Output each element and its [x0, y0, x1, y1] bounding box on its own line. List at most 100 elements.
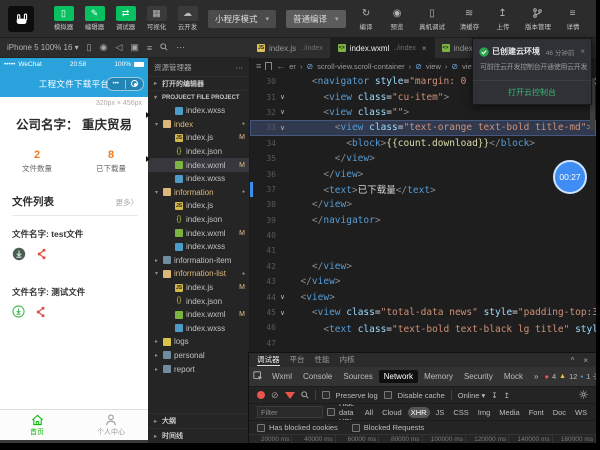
capsule-more-icon[interactable]: •••	[107, 78, 125, 90]
download-icon[interactable]	[12, 247, 26, 261]
warning-badge-icon[interactable]: ▲	[559, 373, 566, 380]
preview-button[interactable]: ◉ 预览	[382, 6, 412, 32]
code-line[interactable]: 37 <text>已下载量</text>	[250, 182, 596, 197]
tree-folder[interactable]: ▾ information ●	[148, 186, 249, 200]
more-link[interactable]: 更多〉	[116, 197, 139, 208]
filter-chip-manifest[interactable]: Manifest	[593, 407, 596, 418]
more-icon[interactable]: ⋯	[176, 42, 185, 53]
devtools-tab-network[interactable]: Network	[378, 370, 419, 383]
share-icon[interactable]	[35, 248, 47, 260]
menu-icon[interactable]: ≡	[256, 61, 261, 71]
visualization-button[interactable]: ▦ 可视化	[142, 5, 172, 32]
tree-folder[interactable]: ▸ personal	[148, 349, 249, 363]
device-debug-button[interactable]: ▯ 真机调试	[413, 6, 451, 32]
code-line[interactable]: 47	[250, 336, 596, 351]
simulator-button[interactable]: ▯ 模拟器	[49, 5, 79, 32]
devtools-tab-security[interactable]: Security	[459, 370, 498, 383]
code-line[interactable]: 42 </view>	[250, 259, 596, 274]
section-outline[interactable]: ▸ 大纲	[148, 413, 249, 428]
filter-funnel-icon[interactable]	[284, 391, 295, 399]
filter-chip-img[interactable]: Img	[475, 407, 494, 418]
tree-file[interactable]: index.wxml M	[148, 226, 249, 240]
close-panel-icon[interactable]: ×	[583, 356, 588, 365]
panel-tab-平台[interactable]: 平台	[290, 354, 305, 366]
tree-folder[interactable]: ▾ information-list ●	[148, 267, 249, 281]
download-icon[interactable]	[12, 305, 25, 318]
tree-file[interactable]: index.wxss	[148, 240, 249, 254]
breadcrumb-item[interactable]: er	[289, 62, 296, 71]
panel-tab-性能[interactable]: 性能	[315, 354, 330, 366]
tree-file[interactable]: index.wxss	[148, 322, 249, 336]
section-open-editors[interactable]: ▸ 打开的编辑器	[148, 76, 249, 90]
code-line[interactable]: 38 </view>	[250, 197, 596, 212]
import-har-icon[interactable]: ↧	[491, 391, 497, 400]
code-line[interactable]: 40	[250, 228, 596, 243]
devtools-tab-console[interactable]: Console	[298, 370, 337, 383]
inspect-icon[interactable]	[253, 370, 263, 383]
explorer-more-icon[interactable]: ⋯	[236, 63, 244, 72]
tree-file[interactable]: {} index.json	[148, 213, 249, 227]
capsule-exit-icon[interactable]	[126, 78, 144, 90]
section-timeline[interactable]: ▸ 时间线	[148, 428, 249, 443]
filter-chip-css[interactable]: CSS	[450, 407, 471, 418]
phone-icon[interactable]: ▯	[87, 42, 92, 53]
filter-chip-xhr[interactable]: XHR	[407, 406, 430, 418]
section-project-files[interactable]: ▾ PROJUECT FILE PROJECT	[148, 90, 249, 104]
debugger-button[interactable]: ⇄ 调试器	[111, 5, 141, 32]
tree-file[interactable]: index.wxml M	[148, 308, 249, 322]
filter-input[interactable]	[257, 406, 323, 418]
filter-chip-font[interactable]: Font	[526, 407, 547, 418]
tree-file[interactable]: JS index.js	[148, 199, 249, 213]
fold-icon[interactable]: ∨	[276, 124, 289, 132]
pane-drag-handle[interactable]	[146, 156, 150, 162]
code-line[interactable]: 45 ∨ <view class="total-data news" style=…	[250, 305, 596, 320]
filter-chip-cloud[interactable]: Cloud	[379, 407, 405, 418]
hide-data-urls-checkbox[interactable]	[327, 408, 335, 416]
open-cloud-console-button[interactable]: 打开云控制台	[473, 80, 591, 104]
compile-button[interactable]: ↻ 编译	[351, 6, 381, 32]
filter-chip-all[interactable]: All	[362, 407, 376, 418]
panel-tab-调试器[interactable]: 调试器	[257, 354, 280, 366]
record-icon[interactable]: ◉	[100, 42, 108, 53]
pane-drag-handle[interactable]	[146, 112, 150, 118]
tree-file[interactable]: {} index.json	[148, 145, 249, 159]
compile-mode-dropdown[interactable]: 普通编译 ▾	[286, 9, 346, 28]
code-line[interactable]: 35 </view>	[250, 151, 596, 166]
fold-icon[interactable]: ∨	[276, 108, 289, 116]
editor-button[interactable]: ✎ 编辑器	[80, 5, 110, 32]
share-icon[interactable]	[34, 306, 46, 318]
capsule-menu[interactable]: •••	[106, 77, 144, 91]
fold-icon[interactable]: ∨	[276, 93, 289, 101]
devtools-tab-mock[interactable]: Mock	[499, 370, 528, 383]
tabbar-personal[interactable]: 个人中心	[74, 410, 148, 440]
network-settings-gear-icon[interactable]	[579, 389, 588, 399]
code-line[interactable]: 44 ∨ <view>	[250, 289, 596, 304]
bookmark-icon[interactable]	[265, 62, 273, 70]
tree-file[interactable]: JS index.js M	[148, 131, 249, 145]
code-line[interactable]: 43 </view>	[250, 274, 596, 289]
tree-file[interactable]: {} index.json	[148, 294, 249, 308]
tree-folder[interactable]: ▸ report	[148, 362, 249, 376]
code-line[interactable]: 34 <block>{{count.download}}</block>	[250, 136, 596, 151]
fold-icon[interactable]: ∨	[276, 293, 289, 301]
menu-icon[interactable]: ≡	[147, 43, 152, 53]
error-badge-icon[interactable]: ●	[544, 372, 549, 381]
version-manage-button[interactable]: 版本管理	[519, 6, 557, 32]
clear-cache-button[interactable]: ≋ 清缓存	[452, 6, 486, 32]
code-line[interactable]: 32 ∨ <view class="">	[250, 105, 596, 120]
tree-file[interactable]: JS index.js M	[148, 281, 249, 295]
tabbar-home[interactable]: 首页	[0, 410, 74, 440]
collapse-panel-icon[interactable]: ^	[571, 356, 575, 365]
disable-cache-checkbox[interactable]	[383, 391, 392, 399]
detail-button[interactable]: ≡ 详情	[558, 6, 588, 32]
code-line[interactable]: 41	[250, 243, 596, 258]
search-icon[interactable]	[160, 42, 168, 53]
fold-icon[interactable]: ∨	[276, 309, 289, 317]
close-notification-icon[interactable]: ×	[580, 47, 585, 56]
tree-file[interactable]: index.wxss	[148, 104, 249, 118]
blocked-cookies-checkbox[interactable]	[257, 423, 265, 432]
sound-icon[interactable]: ◁	[115, 42, 122, 53]
filter-chip-js[interactable]: JS	[433, 407, 448, 418]
close-tab-icon[interactable]: ×	[422, 44, 427, 53]
overflow-tabs-icon[interactable]: »	[529, 370, 543, 383]
